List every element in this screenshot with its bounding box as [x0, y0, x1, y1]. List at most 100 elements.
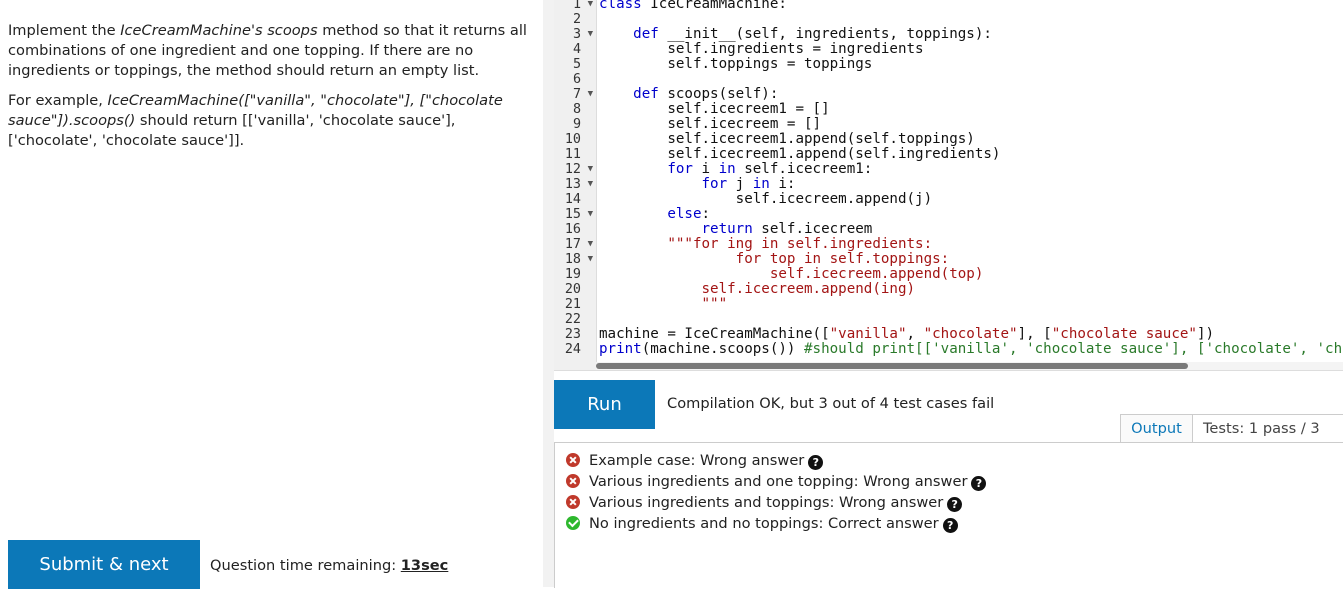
line-number: 19 [564, 267, 581, 282]
gutter-row: 10 [554, 132, 596, 147]
code-line[interactable]: self.icecreem1 = [] [599, 102, 829, 117]
code-token: return [701, 221, 753, 237]
line-number: 5 [572, 57, 581, 72]
check-circle-icon [566, 516, 580, 530]
line-number: 24 [564, 342, 581, 357]
tab-output[interactable]: Output [1120, 414, 1193, 443]
code-line[interactable]: self.icecreem = [] [599, 117, 821, 132]
question-circle-icon[interactable]: ? [971, 476, 987, 491]
code-token: , [906, 326, 924, 342]
code-token: IceCreamMachine: [641, 0, 787, 12]
test-result-row: Example case: Wrong answer? [566, 451, 824, 471]
code-token: i [692, 161, 719, 177]
code-token: self.icecreem.append(ing) [599, 281, 916, 297]
code-line[interactable]: for i in self.icecreem1: [599, 162, 872, 177]
code-line[interactable]: def __init__(self, ingredients, toppings… [599, 27, 992, 42]
code-line[interactable]: """for ing in self.ingredients: [599, 237, 932, 252]
line-number: 6 [572, 72, 581, 87]
test-result-text: Various ingredients and toppings: Wrong … [589, 494, 944, 511]
test-result-row: Various ingredients and one topping: Wro… [566, 472, 987, 492]
test-result-text: No ingredients and no toppings: Correct … [589, 515, 939, 532]
code-line[interactable]: else: [599, 207, 710, 222]
question-timer: Question time remaining: 13sec [210, 557, 448, 574]
description-paragraph-2: For example, IceCreamMachine(["vanilla",… [8, 91, 528, 151]
test-result-row: Various ingredients and toppings: Wrong … [566, 493, 963, 513]
line-number: 9 [572, 117, 581, 132]
fold-arrow-icon[interactable]: ▼ [588, 207, 593, 222]
fold-arrow-icon[interactable]: ▼ [588, 237, 593, 252]
fold-arrow-icon[interactable]: ▼ [588, 0, 593, 12]
cross-circle-icon [566, 495, 580, 509]
code-token: for [667, 161, 693, 177]
line-number: 16 [564, 222, 581, 237]
method-reference: IceCreamMachine's scoops [120, 22, 318, 39]
code-token: for top in self.toppings: [599, 251, 950, 267]
line-number: 4 [572, 42, 581, 57]
code-token: "vanilla" [829, 326, 907, 342]
line-number: 22 [564, 312, 581, 327]
fold-arrow-icon[interactable]: ▼ [588, 177, 593, 192]
line-number-gutter: 1 ▼ 2 3 ▼ 4 5 6 7 ▼ 8 9 10 11 12 ▼ 13 ▼ 14 15 ▼ 16 17 ▼ 18 ▼ 19 20 2… [554, 0, 597, 370]
gutter-row: 13 ▼ [554, 177, 596, 192]
code-token: def [633, 26, 659, 42]
fold-arrow-icon[interactable]: ▼ [588, 252, 593, 267]
fold-arrow-icon[interactable]: ▼ [588, 87, 593, 102]
code-line[interactable]: self.toppings = toppings [599, 57, 872, 72]
line-number: 17 [564, 237, 581, 252]
code-line[interactable]: self.icecreem1.append(self.ingredients) [599, 147, 1000, 162]
horizontal-scrollbar[interactable] [596, 362, 1343, 370]
test-result-text: Example case: Wrong answer [589, 452, 805, 469]
code-line[interactable]: for top in self.toppings: [599, 251, 950, 267]
code-line[interactable]: for j in i: [599, 176, 796, 192]
panel-divider[interactable] [543, 0, 554, 587]
code-token: self.icecreem = [] [599, 116, 822, 132]
fold-arrow-icon[interactable]: ▼ [588, 27, 593, 42]
code-token: self.icecreem.append(top) [599, 266, 984, 282]
fold-arrow-icon[interactable]: ▼ [588, 162, 593, 177]
line-number: 11 [564, 147, 581, 162]
code-line[interactable]: def scoops(self): [599, 87, 778, 102]
code-line[interactable]: print(machine.scoops()) #should print[['… [599, 342, 1343, 357]
test-results-panel: Example case: Wrong answer? Various ingre… [554, 442, 1343, 588]
line-number: 7 [572, 87, 581, 102]
code-editor[interactable]: 1 ▼ 2 3 ▼ 4 5 6 7 ▼ 8 9 10 11 12 ▼ 13 ▼ 14 15 ▼ 16 17 ▼ 18 ▼ 19 20 2… [554, 0, 1343, 371]
code-line[interactable]: self.ingredients = ingredients [599, 42, 923, 57]
run-button[interactable]: Run [554, 380, 655, 429]
code-line[interactable]: self.icecreem.append(ing) [599, 282, 915, 297]
submit-next-button[interactable]: Submit & next [8, 540, 200, 589]
test-result-text: Various ingredients and one topping: Wro… [589, 473, 968, 490]
cross-circle-icon [566, 453, 580, 467]
question-circle-icon[interactable]: ? [808, 455, 824, 470]
code-token: self.icecreem.append(j) [599, 191, 933, 207]
line-number: 1 [572, 0, 581, 12]
scrollbar-thumb[interactable] [596, 363, 1188, 369]
code-token: "chocolate" [923, 326, 1018, 342]
gutter-row: 1 ▼ [554, 0, 596, 12]
code-line[interactable]: self.icecreem1.append(self.toppings) [599, 132, 975, 147]
desc-text: For example, [8, 92, 108, 109]
code-token: print [599, 341, 642, 357]
tab-tests[interactable]: Tests: 1 pass / 3 fail [1192, 414, 1343, 465]
code-line[interactable]: machine = IceCreamMachine(["vanilla", "c… [599, 327, 1214, 342]
line-number: 2 [572, 12, 581, 27]
code-token: #should print[['vanilla', 'chocolate sau… [804, 341, 1343, 357]
question-circle-icon[interactable]: ? [947, 497, 963, 512]
gutter-row: 23 [554, 327, 596, 342]
question-circle-icon[interactable]: ? [942, 518, 958, 533]
code-line[interactable]: class IceCreamMachine: [599, 0, 787, 12]
code-token: def [633, 86, 659, 102]
gutter-row: 20 [554, 282, 596, 297]
gutter-row: 12 ▼ [554, 162, 596, 177]
code-line[interactable]: self.icecreem.append(top) [599, 266, 984, 282]
code-area[interactable]: class IceCreamMachine: def __init__(self… [599, 0, 1343, 365]
line-number: 23 [564, 327, 581, 342]
code-line[interactable]: """ [599, 297, 727, 312]
code-token: scoops(self): [658, 86, 779, 102]
code-line[interactable]: return self.icecreem [599, 221, 873, 237]
code-token: in [718, 161, 736, 177]
code-line[interactable]: self.icecreem.append(j) [599, 192, 932, 207]
timer-label: Question time remaining: [210, 557, 401, 574]
